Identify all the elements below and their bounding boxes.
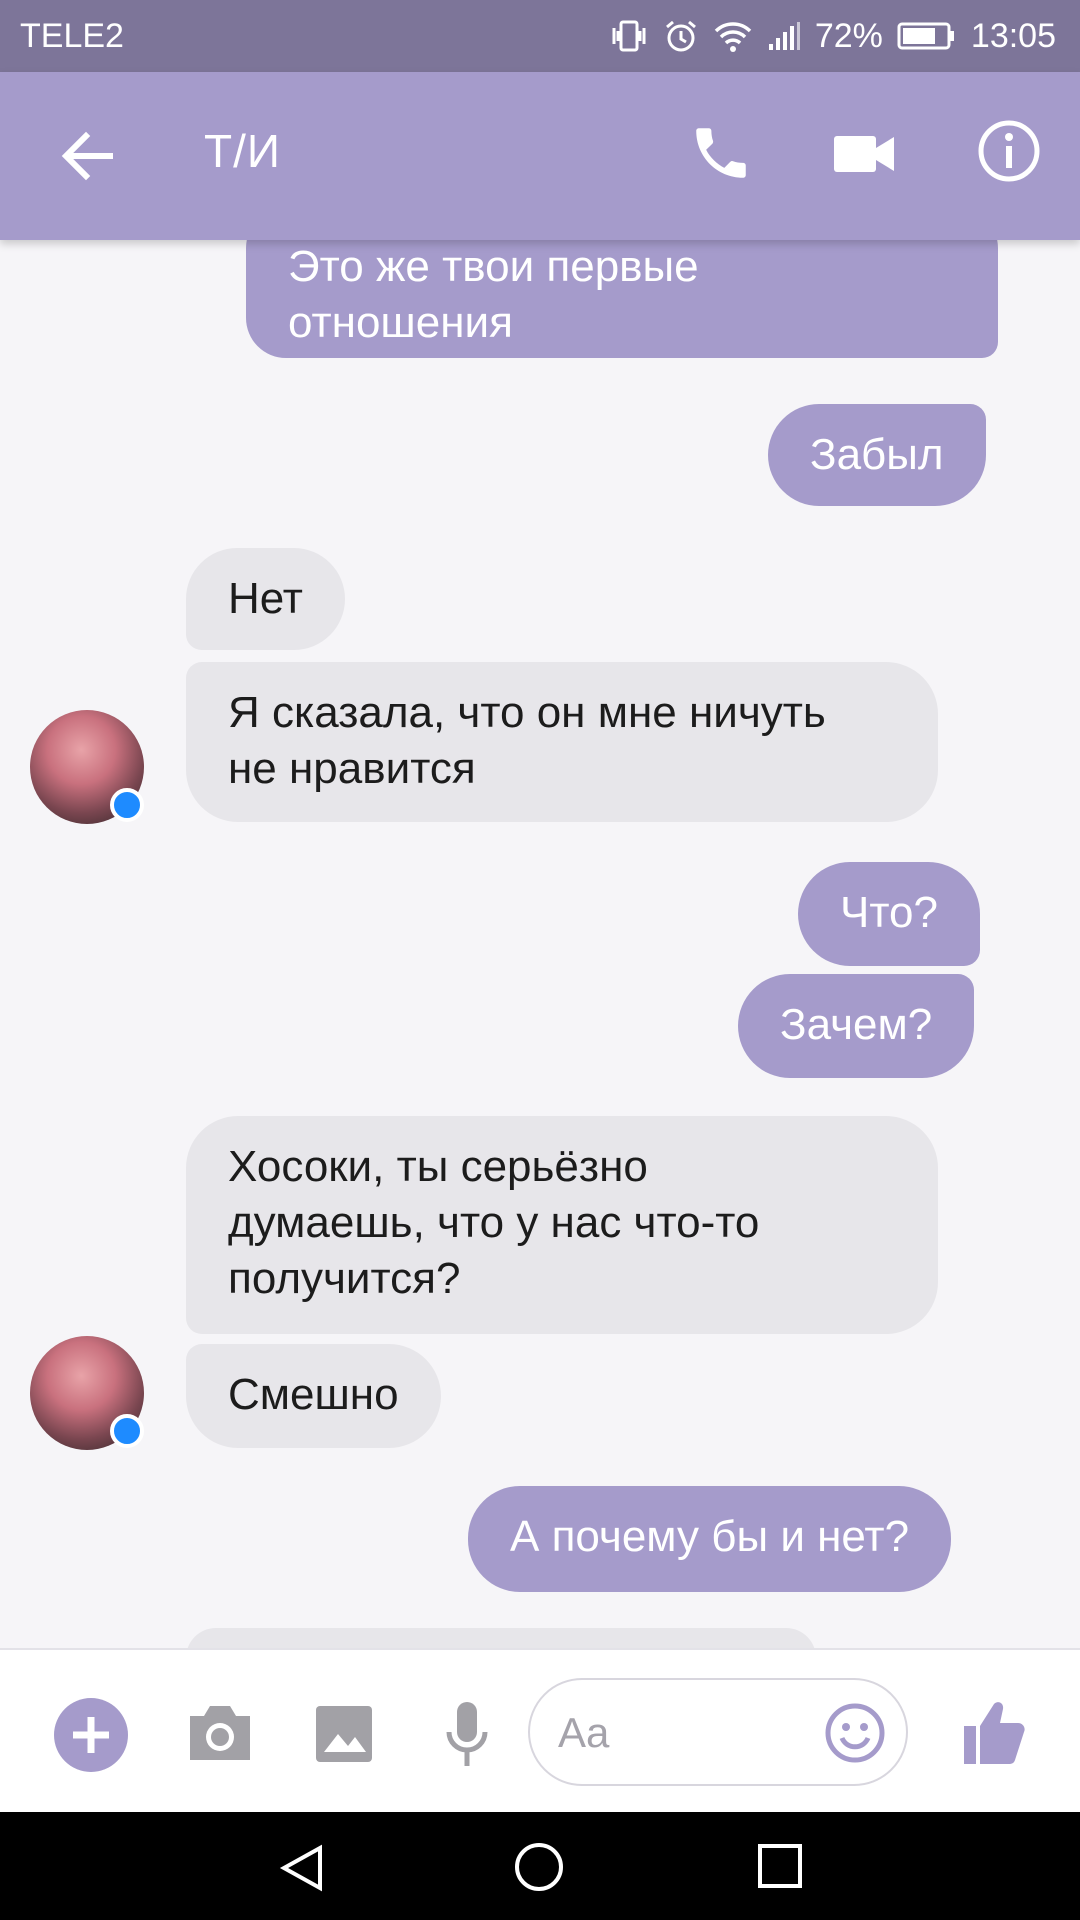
message-bubble[interactable]: Что? <box>798 862 980 966</box>
message-list[interactable]: Это же твои первые отношения Забыл Нет Я… <box>0 240 1080 1648</box>
message-input-field[interactable] <box>528 1678 908 1786</box>
alarm-icon <box>663 18 699 54</box>
info-button[interactable] <box>976 118 1042 184</box>
emoji-button[interactable] <box>824 1702 886 1764</box>
voice-message-button[interactable] <box>444 1700 490 1770</box>
wifi-icon <box>713 19 753 53</box>
camera-icon <box>190 1706 250 1760</box>
contact-avatar[interactable] <box>30 1336 144 1450</box>
info-icon <box>978 120 1040 182</box>
nav-back-icon <box>279 1844 322 1892</box>
message-bubble[interactable]: Это же твои первые отношения <box>246 240 998 358</box>
voice-call-button[interactable] <box>688 120 754 186</box>
message-bubble-partial[interactable] <box>186 1628 816 1648</box>
carrier-label: TELE2 <box>20 16 124 55</box>
phone-icon <box>696 128 746 178</box>
message-bubble[interactable]: Забыл <box>768 404 986 506</box>
back-arrow-icon <box>61 131 113 181</box>
microphone-icon <box>446 1702 488 1766</box>
status-bar: TELE2 72% 13:05 <box>0 0 1080 72</box>
nav-home-button[interactable] <box>512 1840 566 1894</box>
messenger-badge-icon <box>110 1414 144 1448</box>
vibrate-icon <box>609 18 649 54</box>
battery-icon <box>897 21 957 51</box>
nav-back-button[interactable] <box>276 1842 328 1894</box>
image-icon <box>316 1706 372 1762</box>
video-call-button[interactable] <box>832 124 896 184</box>
gallery-button[interactable] <box>314 1704 374 1764</box>
plus-icon <box>73 1717 109 1753</box>
like-button[interactable] <box>962 1696 1028 1768</box>
video-camera-icon <box>834 136 894 172</box>
message-input[interactable] <box>558 1706 808 1760</box>
thumbs-up-icon <box>964 1702 1025 1764</box>
messenger-badge-icon <box>110 788 144 822</box>
smiley-icon <box>825 1703 885 1763</box>
message-bubble[interactable]: А почему бы и нет? <box>468 1486 952 1592</box>
nav-home-icon <box>515 1843 563 1891</box>
composer-bar <box>0 1648 1080 1812</box>
message-bubble[interactable]: Хосоки, ты серьёзно думаешь, что у нас ч… <box>186 1116 938 1334</box>
camera-button[interactable] <box>186 1702 254 1764</box>
chat-title[interactable]: Т/И <box>204 124 281 178</box>
message-bubble[interactable]: Смешно <box>186 1344 441 1448</box>
battery-percent: 72% <box>814 16 883 55</box>
message-bubble[interactable]: Я сказала, что он мне ничуть не нравится <box>186 662 938 822</box>
message-bubble[interactable]: Зачем? <box>738 974 975 1078</box>
nav-recents-icon <box>758 1844 802 1888</box>
contact-avatar[interactable] <box>30 710 144 824</box>
more-actions-button[interactable] <box>54 1698 128 1772</box>
chat-header: Т/И <box>0 72 1080 240</box>
signal-icon <box>767 20 801 52</box>
message-bubble[interactable]: Нет <box>186 548 345 650</box>
clock: 13:05 <box>970 16 1056 55</box>
chat-screen: TELE2 72% 13:05 Т/И Это же твои первые о… <box>0 0 1080 1920</box>
status-icons: 72% 13:05 <box>609 17 1056 56</box>
system-navigation-bar <box>0 1812 1080 1920</box>
back-button[interactable] <box>54 122 122 190</box>
nav-recents-button[interactable] <box>756 1842 804 1890</box>
